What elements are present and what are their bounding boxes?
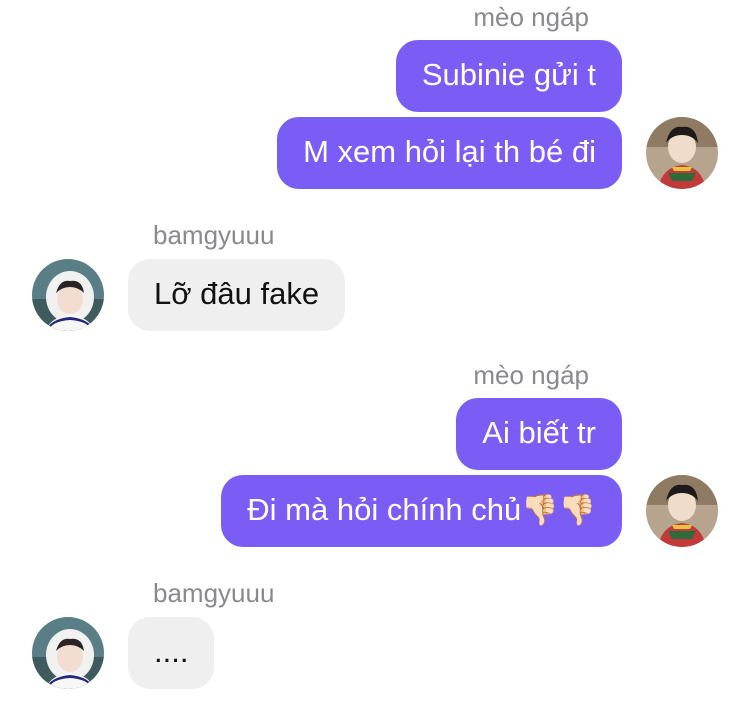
avatar-bamgyuuu[interactable] bbox=[32, 259, 104, 331]
message-text: .... bbox=[154, 634, 189, 669]
message-text: Lỡ đâu fake bbox=[154, 276, 320, 311]
sender-name-meo-ngap: mèo ngáp bbox=[473, 2, 589, 32]
avatar-meo-ngap[interactable] bbox=[646, 475, 718, 547]
message-bubble-incoming[interactable]: Lỡ đâu fake bbox=[128, 259, 346, 331]
message-bubble-outgoing[interactable]: Subinie gửi t bbox=[395, 40, 622, 112]
profile-photo-icon bbox=[646, 475, 718, 547]
message-bubble-incoming[interactable]: .... bbox=[128, 617, 215, 689]
avatar-bamgyuuu[interactable] bbox=[32, 617, 104, 689]
profile-photo-icon bbox=[646, 117, 718, 189]
message-text: Subinie gửi t bbox=[421, 57, 596, 92]
message-bubble-outgoing[interactable]: Ai biết tr bbox=[456, 398, 622, 470]
profile-photo-icon bbox=[32, 617, 104, 689]
thumbs-down-icon: 👎🏻👎🏻 bbox=[521, 494, 596, 527]
message-bubble-outgoing[interactable]: M xem hỏi lại th bé đi bbox=[277, 117, 622, 189]
message-bubble-outgoing[interactable]: Đi mà hỏi chính chủ👎🏻👎🏻 bbox=[221, 475, 622, 547]
profile-photo-icon bbox=[32, 259, 104, 331]
avatar-meo-ngap[interactable] bbox=[646, 117, 718, 189]
message-text: Ai biết tr bbox=[482, 415, 596, 450]
sender-name-meo-ngap: mèo ngáp bbox=[473, 360, 589, 390]
sender-name-bamgyuuu: bamgyuuu bbox=[153, 220, 275, 250]
message-text: M xem hỏi lại th bé đi bbox=[303, 134, 596, 169]
sender-name-bamgyuuu: bamgyuuu bbox=[153, 578, 275, 608]
message-text: Đi mà hỏi chính chủ bbox=[247, 492, 522, 527]
